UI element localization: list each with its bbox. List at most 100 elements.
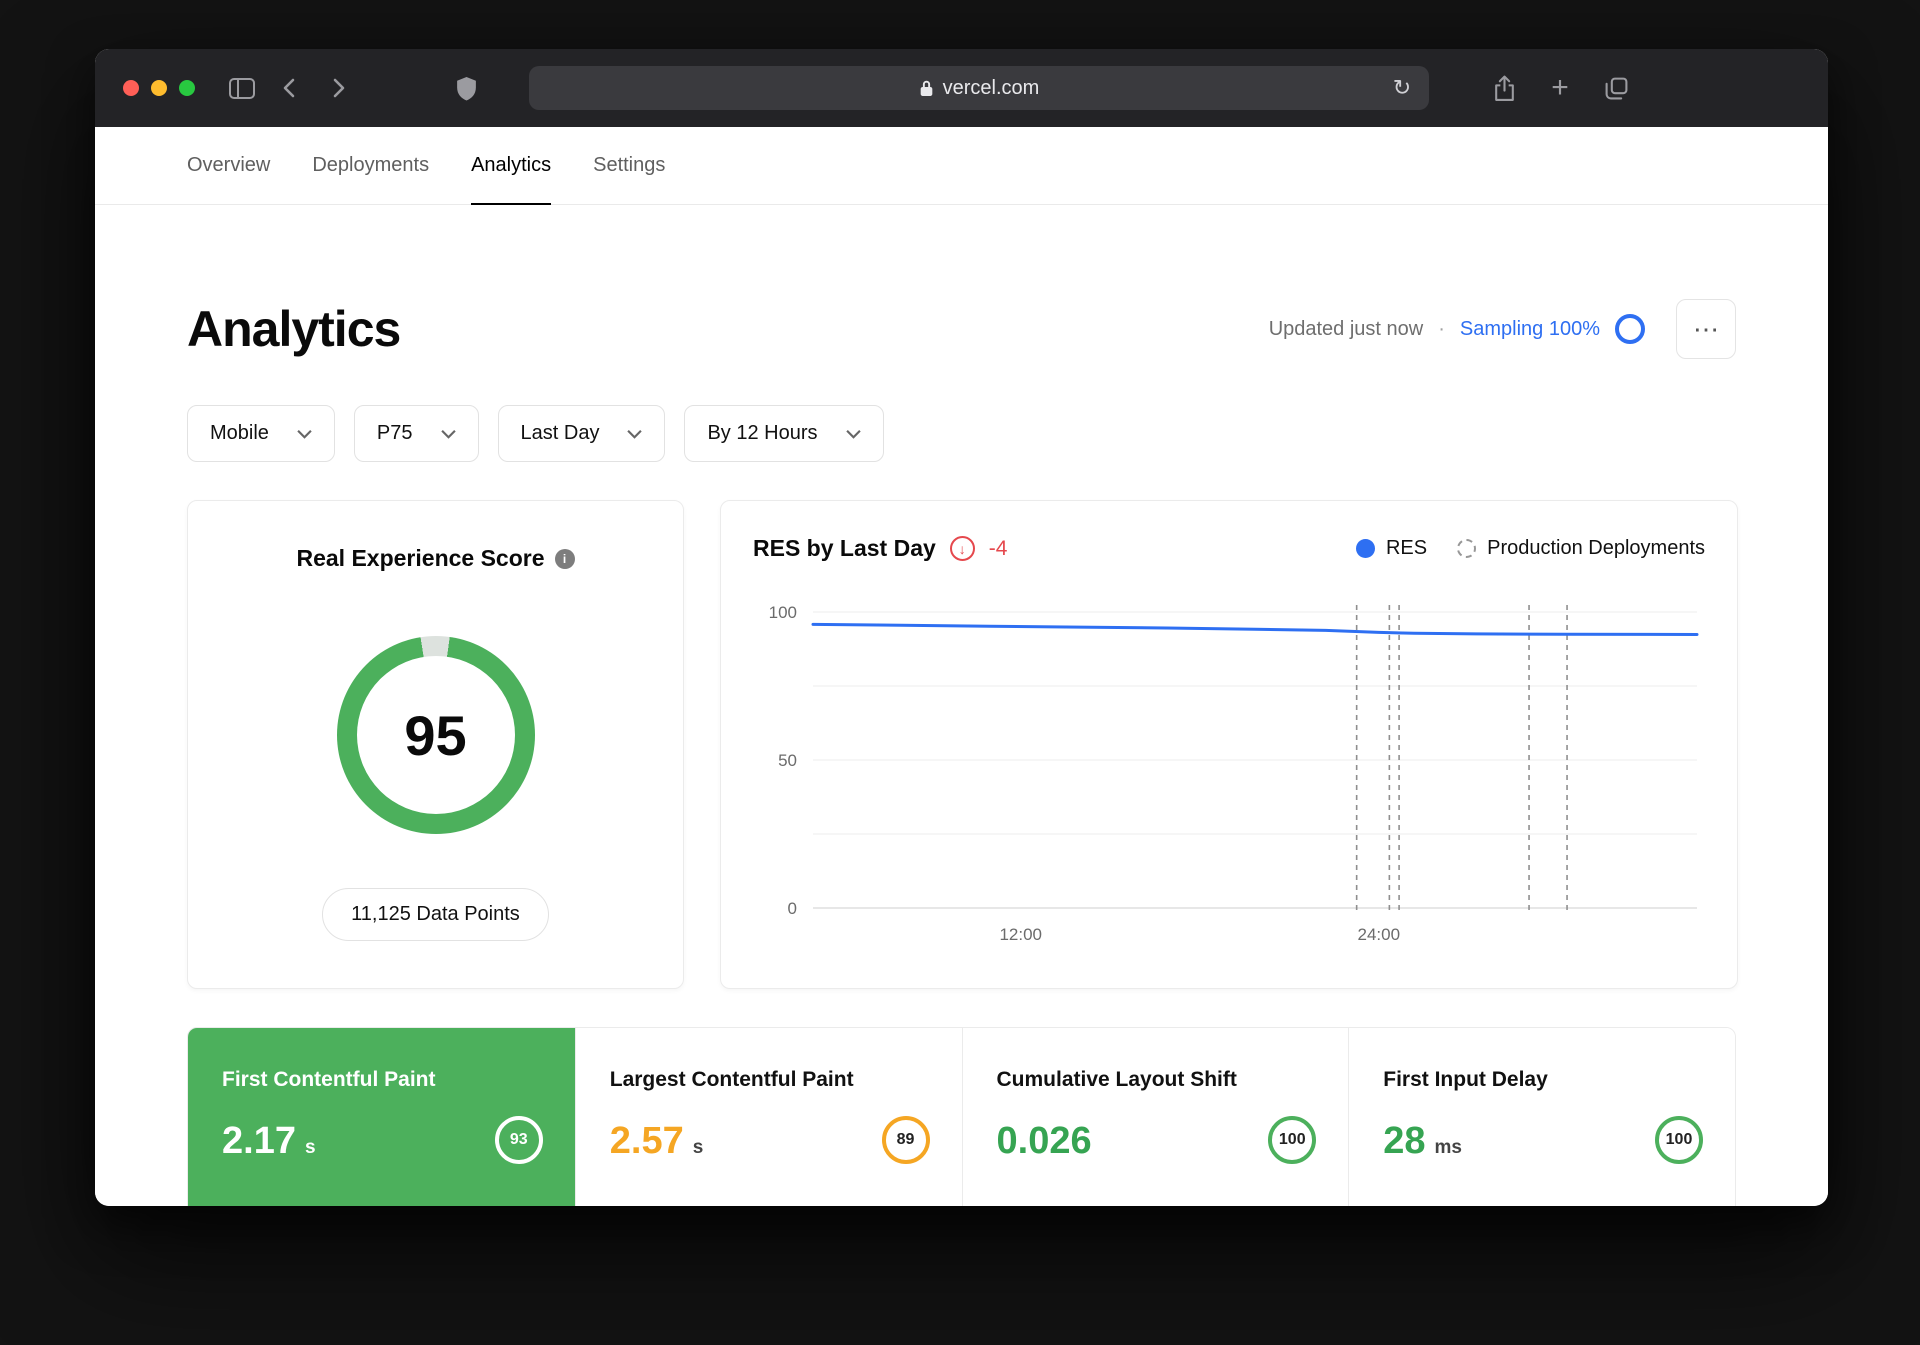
- refresh-button[interactable]: ↻: [1383, 66, 1421, 110]
- metric-unit: s: [304, 1137, 316, 1158]
- device-filter-dropdown[interactable]: Mobile: [187, 405, 335, 462]
- interval-filter-label: By 12 Hours: [707, 422, 818, 444]
- metric-title: Cumulative Layout Shift: [996, 1068, 1237, 1091]
- project-nav: Overview Deployments Analytics Settings: [95, 127, 1828, 205]
- chevron-down-icon: [440, 429, 456, 439]
- metric-score-badge: 93: [494, 1116, 543, 1164]
- interval-filter-dropdown[interactable]: By 12 Hours: [684, 405, 884, 462]
- share-icon: [1494, 75, 1514, 101]
- traffic-lights: [123, 80, 195, 96]
- metric-value: 0.026: [996, 1120, 1092, 1162]
- zoom-window-button[interactable]: [179, 80, 195, 96]
- metric-card-first-contentful-paint[interactable]: First Contentful Paint 2.17 s 93: [188, 1028, 575, 1206]
- metric-title: First Input Delay: [1383, 1068, 1548, 1091]
- plus-icon: +: [1551, 71, 1569, 104]
- sampling-link[interactable]: Sampling 100%: [1460, 318, 1600, 341]
- web-vitals-row: First Contentful Paint 2.17 s 93 Largest…: [187, 1027, 1736, 1206]
- chart-legend: RES Production Deployments: [1355, 537, 1705, 560]
- legend-item-production-deployments[interactable]: Production Deployments: [1457, 537, 1705, 560]
- metric-value-row: 0.026: [997, 1120, 1315, 1163]
- arrow-down-circle-icon: ↓: [949, 536, 975, 561]
- tabs-icon: [1605, 77, 1627, 99]
- res-score-gauge: 95: [336, 636, 535, 834]
- metric-unit: s: [692, 1137, 704, 1158]
- res-chart-area: 100 50 0 12:00 24:00: [753, 598, 1705, 948]
- info-icon[interactable]: i: [554, 548, 575, 569]
- privacy-shield-button[interactable]: [447, 69, 485, 107]
- svg-text:12:00: 12:00: [999, 925, 1042, 944]
- page-header: Analytics Updated just now · Sampling 10…: [187, 299, 1736, 359]
- close-window-button[interactable]: [123, 80, 139, 96]
- chevron-down-icon: [627, 429, 643, 439]
- analytics-cards-row: Real Experience Score i 95 11,125 Data P…: [187, 500, 1738, 989]
- refresh-icon: ↻: [1392, 75, 1412, 100]
- res-card-header: Real Experience Score i: [296, 545, 575, 572]
- timerange-filter-dropdown[interactable]: Last Day: [497, 405, 666, 462]
- svg-text:0: 0: [788, 899, 797, 918]
- header-meta: Updated just now · Sampling 100% ⋯: [1269, 299, 1736, 359]
- tab-analytics-label: Analytics: [471, 153, 552, 176]
- metric-value: 2.57: [609, 1120, 684, 1162]
- sidebar-toggle-button[interactable]: [223, 69, 261, 107]
- metric-value-row: 2.57 s: [610, 1120, 928, 1163]
- metric-card-first-input-delay[interactable]: First Input Delay 28 ms 100: [1348, 1028, 1735, 1206]
- tab-overview[interactable]: Overview: [187, 127, 270, 205]
- filter-bar: Mobile P75 Last Day By 12 Hours: [187, 405, 1736, 462]
- more-options-button[interactable]: ⋯: [1676, 299, 1736, 359]
- percentile-filter-dropdown[interactable]: P75: [353, 405, 479, 462]
- tab-settings[interactable]: Settings: [593, 127, 665, 205]
- share-button[interactable]: [1485, 69, 1523, 107]
- deployments-dashed-circle-icon: [1457, 539, 1477, 558]
- browser-window: vercel.com ↻ + Overview Deployments Anal…: [95, 49, 1828, 1206]
- real-experience-score-card: Real Experience Score i 95 11,125 Data P…: [187, 500, 684, 989]
- svg-text:50: 50: [778, 751, 797, 770]
- metric-card-largest-contentful-paint[interactable]: Largest Contentful Paint 2.57 s 89: [574, 1028, 962, 1206]
- metric-score-badge: 100: [1655, 1116, 1703, 1164]
- new-tab-button[interactable]: +: [1541, 69, 1579, 107]
- chevron-down-icon: [845, 429, 861, 439]
- svg-text:24:00: 24:00: [1357, 925, 1400, 944]
- legend-deployments-label: Production Deployments: [1487, 537, 1705, 559]
- sidebar-icon: [229, 77, 255, 99]
- tab-overview-label: Overview: [187, 153, 271, 176]
- meta-separator: ·: [1438, 317, 1445, 340]
- tab-overview-button[interactable]: [1597, 69, 1635, 107]
- chevron-down-icon: [297, 429, 312, 439]
- updated-text: Updated just now: [1268, 317, 1424, 340]
- metric-value-row: 28 ms: [1383, 1120, 1701, 1163]
- back-button[interactable]: [271, 69, 309, 107]
- metric-unit: ms: [1434, 1137, 1462, 1158]
- chrome-actions: +: [1485, 69, 1635, 107]
- chart-card-header: RES by Last Day ↓ -4 RES Production Depl…: [753, 535, 1705, 562]
- res-score-value: 95: [404, 703, 467, 767]
- chevron-left-icon: [283, 78, 295, 98]
- forward-button[interactable]: [319, 69, 357, 107]
- content: Analytics Updated just now · Sampling 10…: [95, 205, 1828, 1206]
- browser-chrome: vercel.com ↻ +: [95, 49, 1828, 127]
- metric-title: Largest Contentful Paint: [609, 1068, 854, 1091]
- tab-deployments-label: Deployments: [312, 153, 430, 176]
- url-text: vercel.com: [942, 76, 1040, 99]
- chart-card-title: RES by Last Day: [753, 535, 936, 561]
- metric-card-cumulative-layout-shift[interactable]: Cumulative Layout Shift 0.026 100: [961, 1028, 1349, 1206]
- chevron-right-icon: [333, 78, 345, 98]
- metric-value: 2.17: [222, 1120, 296, 1162]
- res-delta-value: -4: [988, 536, 1008, 560]
- percentile-filter-label: P75: [376, 422, 413, 444]
- legend-res-label: RES: [1385, 537, 1428, 559]
- res-score-gauge-hole: 95: [356, 656, 515, 814]
- url-field[interactable]: vercel.com ↻: [529, 66, 1429, 110]
- device-filter-label: Mobile: [210, 422, 269, 444]
- legend-item-res[interactable]: RES: [1355, 537, 1428, 560]
- metric-score-badge: 100: [1268, 1116, 1317, 1164]
- vercel-analytics-page: Overview Deployments Analytics Settings …: [95, 127, 1828, 1206]
- minimize-window-button[interactable]: [151, 80, 167, 96]
- res-line-chart: 100 50 0 12:00 24:00: [769, 603, 1699, 944]
- tab-deployments[interactable]: Deployments: [312, 127, 429, 205]
- metric-title: First Contentful Paint: [222, 1068, 436, 1091]
- data-points-pill: 11,125 Data Points: [322, 888, 549, 941]
- tab-analytics[interactable]: Analytics: [471, 127, 552, 205]
- ellipsis-icon: ⋯: [1693, 313, 1719, 344]
- res-series-dot-icon: [1355, 539, 1375, 558]
- res-card-title: Real Experience Score: [296, 545, 545, 571]
